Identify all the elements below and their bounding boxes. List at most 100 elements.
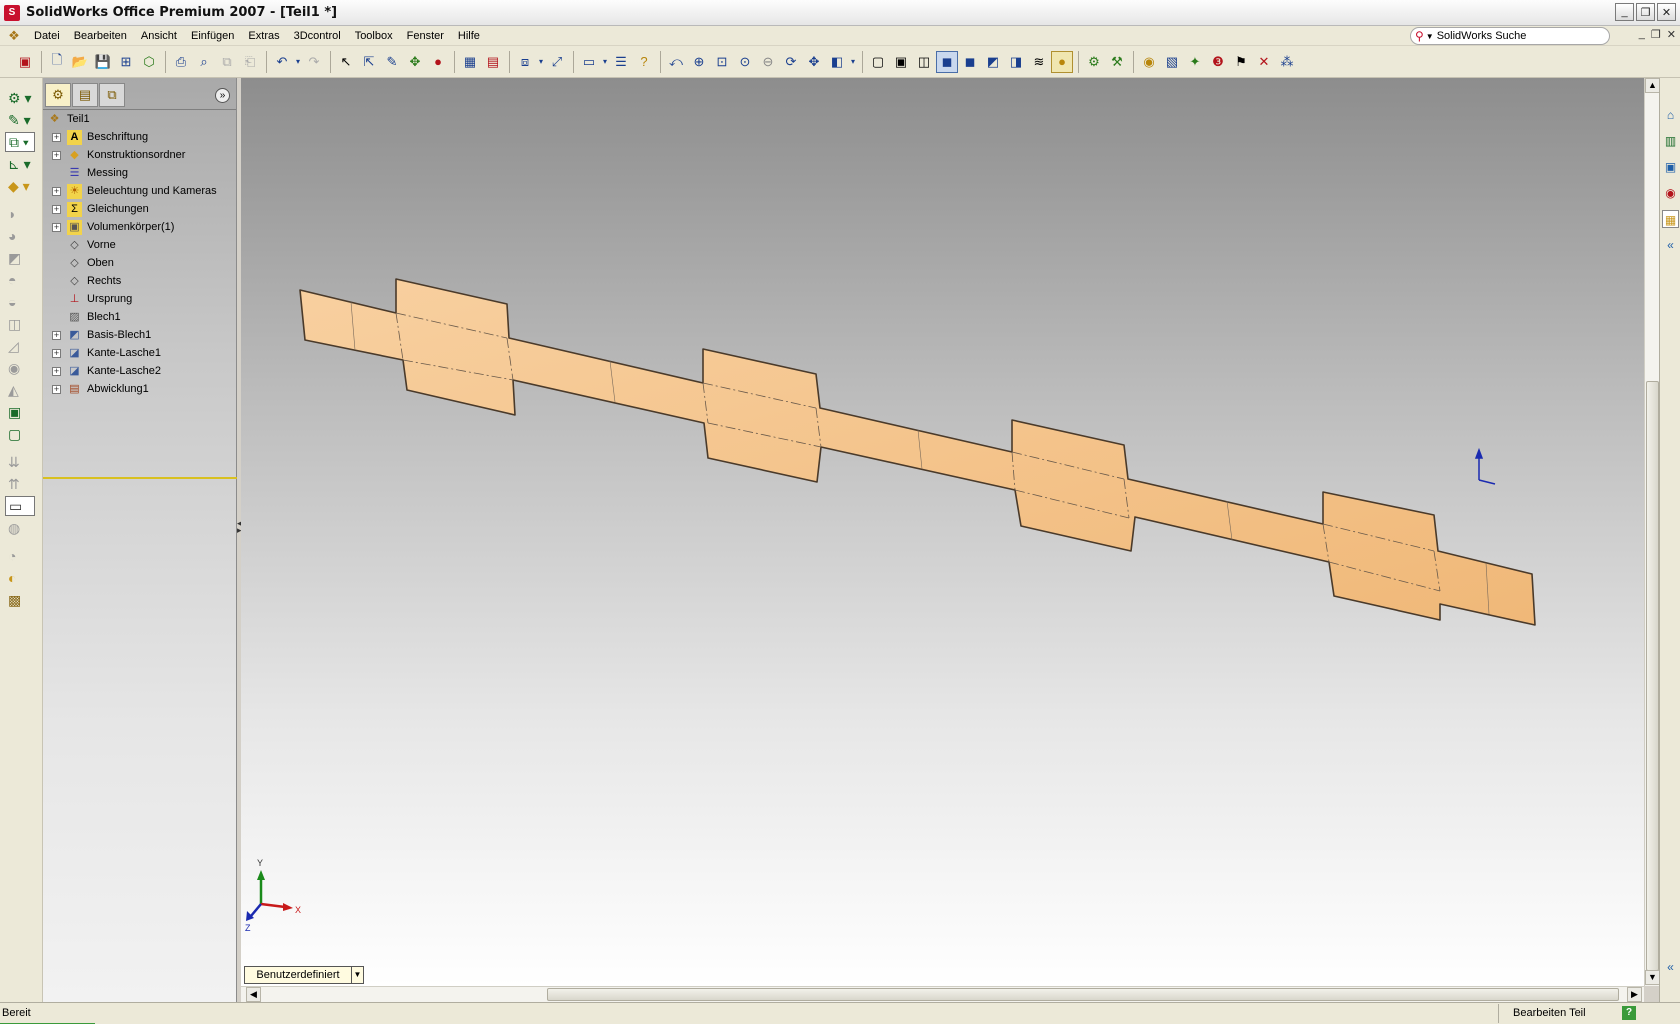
sketch-icon[interactable]: ✎ — [381, 51, 403, 73]
edge-flange-tool-icon[interactable]: ◕ — [5, 226, 35, 246]
view-dropdown-icon[interactable]: ▼ — [351, 967, 363, 983]
menu-hilfe[interactable]: Hilfe — [451, 26, 487, 46]
pan-icon[interactable]: ✥ — [803, 51, 825, 73]
tree-item-ursprung[interactable]: ⊥ Ursprung — [43, 290, 237, 308]
menu-ansicht[interactable]: Ansicht — [134, 26, 184, 46]
grid-icon[interactable]: ▦ — [459, 51, 481, 73]
toolbox-icon[interactable]: ⚙ — [1083, 51, 1105, 73]
print-preview-icon[interactable]: ⌕ — [193, 51, 215, 73]
layers-icon[interactable]: ▤ — [482, 51, 504, 73]
expand-icon[interactable]: + — [52, 150, 61, 160]
jog-tool-icon[interactable]: ◒ — [5, 292, 35, 312]
welded-corner-tool-icon[interactable]: ◉ — [5, 358, 35, 378]
rollback-bar[interactable] — [43, 477, 237, 479]
collapse-task-pane-icon[interactable]: « — [1662, 958, 1679, 976]
horizontal-scroll-thumb[interactable] — [547, 988, 1619, 1001]
rotate-view-icon[interactable]: ⟳ — [780, 51, 802, 73]
tree-item-messing[interactable]: ☰ Messing — [43, 164, 237, 182]
featureworks-icon[interactable]: ✕ — [1253, 51, 1275, 73]
expand-icon[interactable]: + — [52, 366, 61, 376]
flat-pattern-toggle-icon[interactable]: ▭ — [5, 496, 35, 516]
search-input[interactable]: ⚲ ▼ SolidWorks Suche — [1410, 27, 1610, 45]
solidworks-menu-icon[interactable]: ❖ — [5, 28, 23, 44]
select-arrow-icon[interactable]: ↖ — [335, 51, 357, 73]
tree-item-kante-lasche2[interactable]: + ◪ Kante-Lasche2 — [43, 362, 237, 380]
design-checker-icon[interactable]: ⚑ — [1230, 51, 1252, 73]
collapse-panel-icon[interactable]: » — [215, 88, 230, 103]
doc-minimize-button[interactable]: _ — [1639, 28, 1645, 41]
save-all-icon[interactable]: ⊞ — [115, 51, 137, 73]
animator-icon[interactable]: ✦ — [1184, 51, 1206, 73]
expand-icon[interactable]: + — [52, 204, 61, 214]
tree-item-beleuchtung[interactable]: + ☀ Beleuchtung und Kameras — [43, 182, 237, 200]
curvature-icon[interactable]: ≋ — [1028, 51, 1050, 73]
view-orientation-box[interactable]: Benutzerdefiniert ▼ — [244, 966, 364, 984]
scroll-left-icon[interactable]: ◀ — [246, 987, 261, 1002]
save-icon[interactable]: 💾 — [92, 51, 114, 73]
measure-icon[interactable]: ⤢ — [546, 51, 568, 73]
expand-icon[interactable]: + — [52, 222, 61, 232]
miter-flange-tool-icon[interactable]: ◩ — [5, 248, 35, 268]
select-filter-icon[interactable]: ⇱ — [358, 51, 380, 73]
tree-item-kante-lasche1[interactable]: + ◪ Kante-Lasche1 — [43, 344, 237, 362]
shaded-with-edges-icon[interactable]: ◼ — [936, 50, 958, 73]
tree-item-basis-blech1[interactable]: + ◩ Basis-Blech1 — [43, 326, 237, 344]
expand-icon[interactable]: + — [52, 384, 61, 394]
vertical-scrollbar[interactable]: ▲ ▼ — [1644, 78, 1660, 986]
expand-icon[interactable]: + — [52, 330, 61, 340]
minimize-button[interactable]: _ — [1615, 3, 1634, 21]
view-layout-icon[interactable]: ▭ — [578, 51, 600, 73]
doc-close-button[interactable]: ✕ — [1667, 28, 1676, 41]
realview-icon[interactable]: ● — [1051, 50, 1073, 73]
hem-tool-icon[interactable]: ◓ — [5, 270, 35, 290]
rebuild-options-icon[interactable]: ▣ — [14, 51, 36, 73]
zoom-to-selection-icon[interactable]: ⊖ — [757, 51, 779, 73]
render-icon[interactable]: ▧ — [1161, 51, 1183, 73]
features-toolbar-icon[interactable]: ⚙ ▾ — [5, 88, 35, 108]
open-folder-icon[interactable]: 📂 — [69, 51, 91, 73]
hidden-lines-removed-icon[interactable]: ◫ — [913, 51, 935, 73]
standard-views-icon[interactable]: ◧ — [826, 51, 848, 73]
reference-geometry-toolbar-icon[interactable]: ◆ ▾ — [5, 176, 35, 196]
traffic-light-icon[interactable]: ● — [427, 51, 449, 73]
model-view[interactable]: Y X Z — [241, 78, 1644, 986]
no-bends-tool-icon[interactable]: ⇈ — [5, 474, 35, 494]
make-drawing-icon[interactable]: ⬡ — [138, 51, 160, 73]
help-icon[interactable]: ? — [633, 51, 655, 73]
tree-item-volumenkoerper[interactable]: + ▣ Volumenkörper(1) — [43, 218, 237, 236]
insert-bends-tool-icon[interactable]: ◔ — [5, 546, 35, 566]
add-ins-icon[interactable]: ⁂ — [1276, 51, 1298, 73]
hidden-lines-visible-icon[interactable]: ▣ — [890, 51, 912, 73]
properties-icon[interactable]: ☰ — [610, 51, 632, 73]
sketched-bend-tool-icon[interactable]: ◫ — [5, 314, 35, 334]
forming-tool-icon[interactable]: ◐ — [5, 568, 35, 588]
flatten-tool-icon[interactable]: ⇊ — [5, 452, 35, 472]
previous-view-icon[interactable]: ⤺ — [665, 51, 687, 73]
solidworks-resources-icon[interactable]: ⌂ — [1662, 106, 1679, 124]
standard-views-dropdown-icon[interactable]: ▾ — [849, 51, 857, 73]
unfold-tool-icon[interactable]: ▣ — [5, 402, 35, 422]
new-document-icon[interactable]: 🗋 — [46, 51, 68, 73]
expand-icon[interactable]: + — [52, 348, 61, 358]
tree-item-gleichungen[interactable]: + Σ Gleichungen — [43, 200, 237, 218]
rip-tool-icon[interactable]: ◍ — [5, 518, 35, 538]
tree-item-oben[interactable]: ◇ Oben — [43, 254, 237, 272]
shadows-icon[interactable]: ◩ — [982, 51, 1004, 73]
feature-tree-tab-icon[interactable]: ⚙ — [45, 83, 71, 107]
close-button[interactable]: ✕ — [1657, 3, 1676, 21]
menu-bearbeiten[interactable]: Bearbeiten — [67, 26, 134, 46]
wireframe-icon[interactable]: ▢ — [867, 51, 889, 73]
configuration-manager-tab-icon[interactable]: ⧉ — [99, 83, 125, 107]
tree-item-rechts[interactable]: ◇ Rechts — [43, 272, 237, 290]
sketch-toolbar-icon[interactable]: ✎ ▾ — [5, 110, 35, 130]
expand-icon[interactable]: + — [52, 186, 61, 196]
menu-einfuegen[interactable]: Einfügen — [184, 26, 241, 46]
design-library-icon[interactable]: ▥ — [1662, 132, 1679, 150]
convert-to-sheet-metal-icon[interactable]: ▩ — [5, 590, 35, 610]
zoom-in-out-icon[interactable]: ⊙ — [734, 51, 756, 73]
copy-icon[interactable]: ⧉ — [216, 51, 238, 73]
search-dropdown-icon[interactable]: ▼ — [1426, 32, 1434, 41]
graphics-area[interactable]: Y X Z — [241, 78, 1644, 986]
scroll-right-icon[interactable]: ▶ — [1627, 987, 1642, 1002]
tree-root-part[interactable]: ❖ Teil1 — [43, 110, 237, 128]
